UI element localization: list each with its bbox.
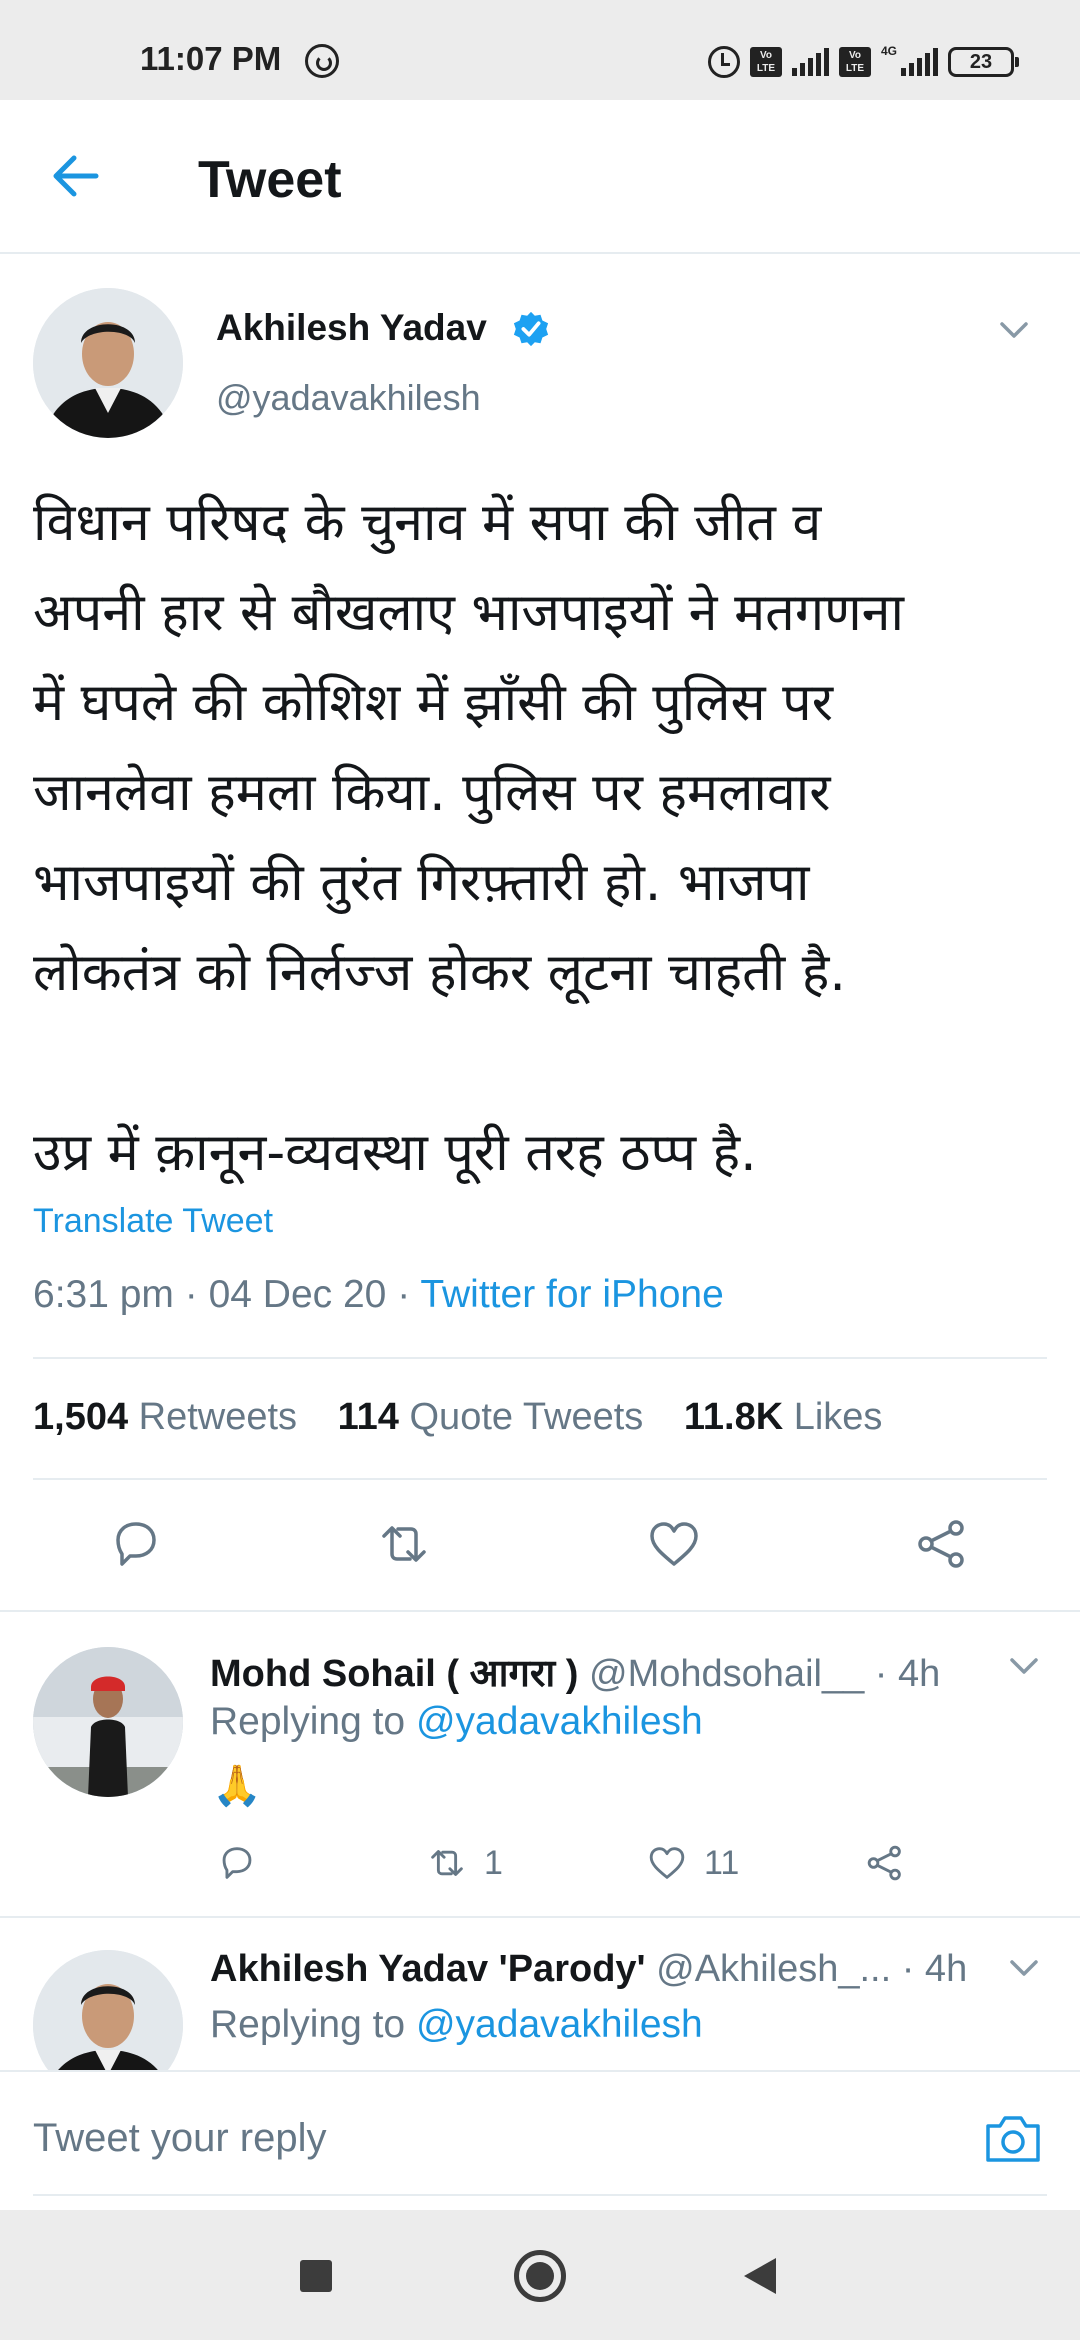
replying-to-mention[interactable]: @yadavakhilesh (416, 1700, 703, 1743)
tweet-line: अपनी हार से बौखलाए भाजपाइयों ने मतगणना (33, 583, 905, 643)
tweet-line: उप्र में क़ानून-व्यवस्था पूरी तरह ठप्प ह… (33, 1123, 757, 1183)
reply-header: Mohd Sohail ( आगरा ) @Mohdsohail__ · 4h (210, 1646, 940, 1698)
divider (0, 1610, 1080, 1612)
chevron-down-icon[interactable] (994, 310, 1034, 350)
tweet-text: विधान परिषद के चुनाव में सपा की जीत व अप… (33, 478, 1053, 1198)
retweets-label: Retweets (138, 1396, 298, 1438)
reply-like-count: 11 (704, 1843, 740, 1882)
reply-composer: Tweet your reply (0, 2070, 1080, 2210)
tweet-line: में घपले की कोशिश में झाँसी की पुलिस पर (33, 673, 833, 733)
tweet-line: जानलेवा हमला किया. पुलिस पर हमलावार (33, 763, 831, 823)
divider (33, 1357, 1047, 1359)
author-handle[interactable]: @yadavakhilesh (216, 377, 481, 419)
top-bar: Tweet (0, 100, 1080, 254)
author-name[interactable]: Akhilesh Yadav (216, 307, 487, 349)
composer-underline (33, 2194, 1047, 2196)
whatsapp-icon (305, 44, 339, 78)
reply-avatar[interactable] (33, 1647, 183, 1797)
quotes-label: Quote Tweets (409, 1396, 644, 1438)
camera-icon[interactable] (982, 2108, 1044, 2170)
tweet-stats: 1,504 Retweets 114 Quote Tweets 11.8K Li… (33, 1396, 912, 1439)
retweets-stat[interactable]: 1,504 Retweets (33, 1396, 297, 1438)
likes-label: Likes (793, 1396, 883, 1438)
author-avatar[interactable] (33, 288, 183, 438)
signal-icon-2 (901, 48, 938, 76)
battery-icon: 23 (948, 47, 1019, 77)
replying-to-label: Replying to (210, 2003, 406, 2046)
replying-to: Replying to @yadavakhilesh (210, 2003, 703, 2047)
status-icons: Vo LTE Vo LTE 4G 23 (707, 44, 1019, 80)
retweet-icon (431, 1850, 463, 1876)
verified-badge-icon (513, 311, 549, 347)
status-time: 11:07 PM (140, 40, 282, 77)
share-icon (867, 1845, 901, 1881)
reply-retweet-button[interactable]: 1 (424, 1838, 503, 1888)
reply-share-button[interactable] (862, 1838, 908, 1888)
chevron-down-icon[interactable] (1004, 1646, 1044, 1686)
back-button[interactable] (744, 2258, 776, 2294)
recent-apps-button[interactable] (300, 2260, 332, 2292)
reply-icon (222, 1847, 252, 1879)
reply-input[interactable]: Tweet your reply (33, 2116, 326, 2161)
likes-count: 11.8K (683, 1396, 784, 1438)
system-nav-bar (0, 2210, 1080, 2340)
translate-tweet-link[interactable]: Translate Tweet (33, 1202, 273, 1241)
reply-retweet-count: 1 (484, 1843, 503, 1882)
home-button[interactable] (514, 2250, 566, 2302)
reply-header: Akhilesh Yadav 'Parody' @Akhilesh_... · … (210, 1948, 967, 1991)
like-heart-icon[interactable] (642, 1512, 706, 1576)
replying-to-label: Replying to (210, 1700, 406, 1743)
signal-icon (791, 48, 829, 76)
reply-reply-button[interactable] (214, 1838, 260, 1888)
alarm-icon (707, 46, 740, 78)
back-arrow-icon[interactable] (46, 146, 106, 206)
retweet-icon[interactable] (372, 1512, 436, 1576)
reply-author-handle[interactable]: @Akhilesh_... (656, 1948, 891, 1990)
volte-icon: Vo LTE (749, 47, 782, 77)
quote-tweets-stat[interactable]: 114 Quote Tweets (338, 1396, 644, 1438)
reply-author-name[interactable]: Mohd Sohail ( आगरा ) (210, 1653, 578, 1695)
tweet-meta: 6:31 pm · 04 Dec 20 · Twitter for iPhone (33, 1273, 724, 1317)
tweet-line: विधान परिषद के चुनाव में सपा की जीत व (33, 493, 822, 553)
tweet-line: भाजपाइयों की तुरंत गिरफ़्तारी हो. भाजपा (33, 853, 810, 913)
share-icon[interactable] (910, 1512, 974, 1576)
tweet-timestamp: 6:31 pm · 04 Dec 20 · (33, 1273, 421, 1316)
reply-author-handle[interactable]: @Mohdsohail__ (589, 1653, 864, 1695)
tweet-source-link[interactable]: Twitter for iPhone (420, 1273, 723, 1316)
divider (33, 1478, 1047, 1480)
like-heart-icon (649, 1847, 685, 1879)
volte-icon-2: Vo LTE (838, 47, 871, 77)
reply-time: · 4h (901, 1948, 968, 1990)
reply-author-name[interactable]: Akhilesh Yadav 'Parody' (210, 1948, 646, 1990)
replying-to-mention[interactable]: @yadavakhilesh (416, 2003, 703, 2046)
status-bar: 11:07 PM Vo LTE Vo LTE 4G 23 (0, 0, 1080, 100)
likes-stat[interactable]: 11.8K Likes (684, 1396, 883, 1438)
chevron-down-icon[interactable] (1004, 1948, 1044, 1988)
reply-like-button[interactable]: 11 (644, 1838, 739, 1888)
tweet-line: लोकतंत्र को निर्लज्ज होकर लूटना चाहती है… (33, 943, 846, 1003)
quotes-count: 114 (337, 1396, 399, 1438)
page-title: Tweet (198, 151, 342, 209)
reply-text: 🙏 (212, 1764, 262, 1808)
replying-to: Replying to @yadavakhilesh (210, 1700, 703, 1744)
retweets-count: 1,504 (33, 1396, 129, 1438)
reply-time: · 4h (874, 1653, 941, 1695)
network-type: 4G (880, 44, 897, 58)
divider (0, 1916, 1080, 1918)
reply-icon[interactable] (104, 1512, 168, 1576)
